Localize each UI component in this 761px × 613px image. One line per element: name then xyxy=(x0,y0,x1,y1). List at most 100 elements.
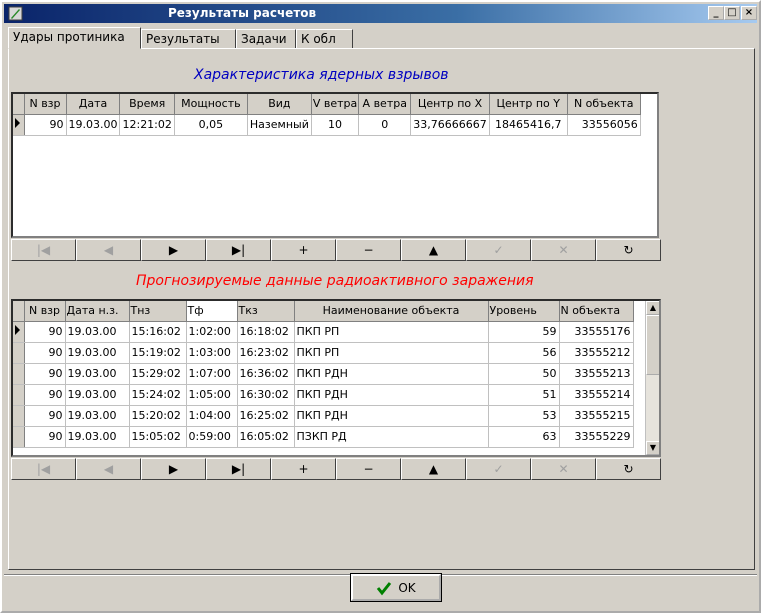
column-header[interactable]: Наименование объекта xyxy=(294,301,489,322)
refresh-button[interactable]: ↻ xyxy=(596,239,661,261)
table-cell[interactable]: 33555229 xyxy=(559,426,634,448)
edit-record-button[interactable]: ▲ xyxy=(401,458,466,480)
table-cell[interactable]: ПКП РП xyxy=(294,321,489,343)
vertical-scrollbar[interactable]: ▲ ▼ xyxy=(645,301,659,455)
first-record-button[interactable]: |◀ xyxy=(11,458,76,480)
table-cell[interactable]: 90 xyxy=(24,342,66,364)
tab-tasks[interactable]: Задачи xyxy=(236,29,296,49)
table-cell[interactable]: 33555212 xyxy=(559,342,634,364)
table-cell[interactable]: 1:02:00 xyxy=(186,321,238,343)
delete-record-button[interactable]: − xyxy=(336,458,401,480)
table-cell[interactable]: Наземный xyxy=(247,114,312,136)
table-cell[interactable]: ПКП РДН xyxy=(294,384,489,406)
table-row[interactable]: 90 19.03.00 15:05:02 0:59:00 16:05:02 ПЗКП РД… xyxy=(13,426,634,448)
table-cell[interactable]: 16:30:02 xyxy=(237,384,295,406)
table-cell[interactable]: 53 xyxy=(488,405,560,427)
scroll-thumb[interactable] xyxy=(646,315,659,375)
column-header[interactable]: Центр по Y xyxy=(489,94,568,115)
insert-record-button[interactable]: + xyxy=(271,458,336,480)
post-edit-button[interactable]: ✓ xyxy=(466,458,531,480)
table-cell[interactable]: 19.03.00 xyxy=(66,114,121,136)
table-row[interactable]: 90 19.03.00 15:24:02 1:05:00 16:30:02 ПКП РДН… xyxy=(13,384,634,406)
table-cell[interactable]: 15:19:02 xyxy=(129,342,187,364)
table-cell[interactable]: 15:24:02 xyxy=(129,384,187,406)
last-record-button[interactable]: ▶| xyxy=(206,239,271,261)
table-cell[interactable]: 0,05 xyxy=(174,114,248,136)
table-cell[interactable]: ПЗКП РД xyxy=(294,426,489,448)
table-cell[interactable]: 15:20:02 xyxy=(129,405,187,427)
column-header[interactable]: Тнз xyxy=(129,301,187,322)
next-record-button[interactable]: ▶ xyxy=(141,239,206,261)
prior-record-button[interactable]: ◀ xyxy=(76,239,141,261)
title-bar[interactable]: Результаты расчетов _ □ × xyxy=(4,4,757,23)
table-cell[interactable]: 90 xyxy=(24,384,66,406)
explosions-grid[interactable]: N взр Дата Время Мощность Вид V ветра A … xyxy=(11,92,659,238)
table-row[interactable]: 90 19.03.00 15:16:02 1:02:00 16:18:02 ПКП РП 5… xyxy=(13,321,634,343)
table-cell[interactable]: 15:29:02 xyxy=(129,363,187,385)
table-cell[interactable]: 33556056 xyxy=(567,114,641,136)
column-header[interactable]: Ткз xyxy=(237,301,295,322)
maximize-button[interactable]: □ xyxy=(724,6,740,20)
table-cell[interactable]: 33555215 xyxy=(559,405,634,427)
table-cell[interactable]: 19.03.00 xyxy=(65,342,130,364)
table-cell[interactable]: 33555176 xyxy=(559,321,634,343)
table-row[interactable]: 90 19.03.00 12:21:02 0,05 Наземный 10 0 … xyxy=(13,114,641,136)
table-cell[interactable]: 0 xyxy=(358,114,412,136)
last-record-button[interactable]: ▶| xyxy=(206,458,271,480)
table-cell[interactable]: 12:21:02 xyxy=(119,114,175,136)
column-header[interactable]: Мощность xyxy=(174,94,248,115)
tab-strikes[interactable]: Удары протиника xyxy=(8,27,141,49)
cancel-edit-button[interactable]: ✕ xyxy=(531,458,596,480)
table-cell[interactable]: 90 xyxy=(24,405,66,427)
table-cell[interactable]: 33555214 xyxy=(559,384,634,406)
column-header[interactable]: Уровень xyxy=(488,301,560,322)
prior-record-button[interactable]: ◀ xyxy=(76,458,141,480)
table-cell[interactable]: 15:05:02 xyxy=(129,426,187,448)
table-cell[interactable]: 19.03.00 xyxy=(65,426,130,448)
table-cell[interactable]: 10 xyxy=(311,114,360,136)
table-cell[interactable]: 51 xyxy=(488,384,560,406)
tab-results[interactable]: Результаты xyxy=(141,29,236,49)
table-cell[interactable]: 56 xyxy=(488,342,560,364)
table-cell[interactable]: 16:05:02 xyxy=(237,426,295,448)
table-cell[interactable]: 19.03.00 xyxy=(65,363,130,385)
delete-record-button[interactable]: − xyxy=(336,239,401,261)
table-cell[interactable]: 33,76666667 xyxy=(410,114,490,136)
insert-record-button[interactable]: + xyxy=(271,239,336,261)
table-cell[interactable]: 18465416,7 xyxy=(489,114,568,136)
edit-record-button[interactable]: ▲ xyxy=(401,239,466,261)
table-cell[interactable]: 1:03:00 xyxy=(186,342,238,364)
column-header[interactable]: Вид xyxy=(247,94,312,115)
table-cell[interactable]: 15:16:02 xyxy=(129,321,187,343)
table-row[interactable]: 90 19.03.00 15:29:02 1:07:00 16:36:02 ПКП РДН… xyxy=(13,363,634,385)
column-header[interactable]: N взр xyxy=(24,94,67,115)
column-header[interactable]: Дата xyxy=(66,94,121,115)
table-cell[interactable]: 1:04:00 xyxy=(186,405,238,427)
column-header[interactable]: Время xyxy=(119,94,175,115)
column-header[interactable]: Дата н.з. xyxy=(65,301,130,322)
table-cell[interactable]: 1:05:00 xyxy=(186,384,238,406)
table-cell[interactable]: 16:23:02 xyxy=(237,342,295,364)
scroll-down-icon[interactable]: ▼ xyxy=(646,441,659,455)
minimize-button[interactable]: _ xyxy=(708,6,724,20)
tab-k-obl[interactable]: К обл xyxy=(296,29,353,49)
table-cell[interactable]: 90 xyxy=(24,114,67,136)
column-header[interactable]: N взр xyxy=(24,301,66,322)
next-record-button[interactable]: ▶ xyxy=(141,458,206,480)
table-cell[interactable]: 90 xyxy=(24,426,66,448)
table-cell[interactable]: 16:18:02 xyxy=(237,321,295,343)
column-header[interactable]: N объекта xyxy=(567,94,641,115)
column-header[interactable]: Тф xyxy=(186,301,238,322)
table-row[interactable]: 90 19.03.00 15:20:02 1:04:00 16:25:02 ПКП РДН… xyxy=(13,405,634,427)
table-cell[interactable]: 1:07:00 xyxy=(186,363,238,385)
cancel-edit-button[interactable]: ✕ xyxy=(531,239,596,261)
table-cell[interactable]: ПКП РП xyxy=(294,342,489,364)
table-cell[interactable]: 19.03.00 xyxy=(65,384,130,406)
close-button[interactable]: × xyxy=(741,6,757,20)
refresh-button[interactable]: ↻ xyxy=(596,458,661,480)
table-cell[interactable]: 16:25:02 xyxy=(237,405,295,427)
table-cell[interactable]: 19.03.00 xyxy=(65,405,130,427)
table-cell[interactable]: 50 xyxy=(488,363,560,385)
table-cell[interactable]: ПКП РДН xyxy=(294,363,489,385)
post-edit-button[interactable]: ✓ xyxy=(466,239,531,261)
